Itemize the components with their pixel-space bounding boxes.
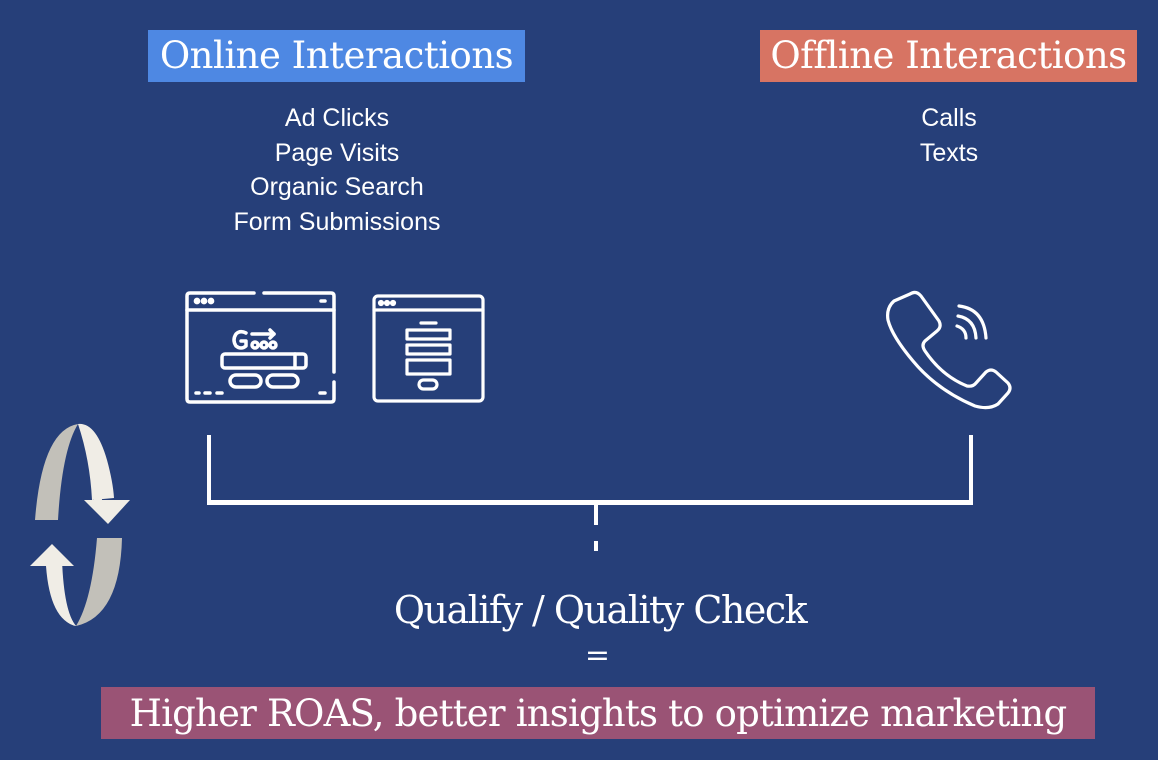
online-interactions-list: Ad Clicks Page Visits Organic Search For… bbox=[187, 101, 487, 239]
merge-connector-line bbox=[207, 500, 973, 505]
offline-interactions-heading: Offline Interactions bbox=[760, 30, 1137, 82]
list-item: Form Submissions bbox=[233, 207, 441, 236]
list-item: Ad Clicks bbox=[284, 104, 390, 132]
list-item: Texts bbox=[919, 138, 979, 167]
list-item: Calls bbox=[921, 104, 977, 132]
equals-sign: = bbox=[584, 638, 611, 673]
list-item: Organic Search bbox=[250, 173, 424, 201]
web-form-browser-icon bbox=[371, 293, 487, 405]
online-connector-line bbox=[207, 435, 211, 503]
online-interactions-heading: Online Interactions bbox=[148, 30, 525, 82]
offline-connector-line bbox=[969, 435, 973, 503]
list-item: Page Visits bbox=[274, 138, 400, 167]
qualify-step-label: Qualify / Quality Check bbox=[393, 588, 808, 632]
result-banner: Higher ROAS, better insights to optimize… bbox=[101, 687, 1095, 739]
down-connector-line bbox=[594, 505, 598, 525]
offline-interactions-list: Calls Texts bbox=[849, 101, 1049, 170]
down-connector-dash bbox=[594, 541, 598, 551]
search-engine-browser-icon bbox=[184, 290, 338, 406]
phone-call-icon bbox=[882, 286, 1012, 412]
